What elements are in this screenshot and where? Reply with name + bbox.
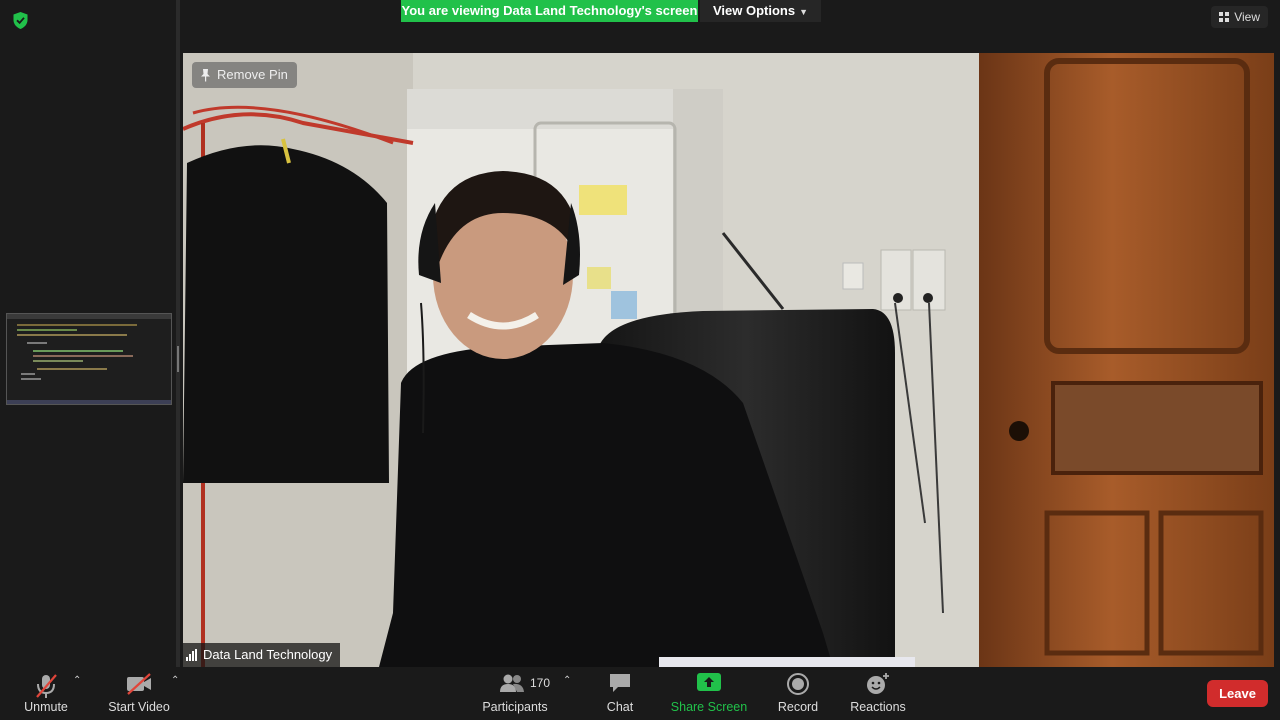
- start-video-button[interactable]: Start Video: [104, 667, 174, 720]
- resize-handle[interactable]: [177, 346, 179, 372]
- participant-name: Data Land Technology: [203, 647, 333, 662]
- code-line: [17, 329, 77, 331]
- leave-button[interactable]: Leave: [1207, 680, 1268, 707]
- participants-count: 170: [530, 676, 551, 690]
- view-label: View: [1234, 10, 1260, 24]
- reactions-button[interactable]: Reactions: [848, 667, 908, 720]
- record-label: Record: [777, 700, 819, 714]
- grid-icon: [1219, 12, 1230, 22]
- chevron-up-icon[interactable]: ⌃: [73, 675, 81, 686]
- camera-image: [183, 53, 1274, 667]
- code-line: [33, 360, 83, 362]
- mic-muted-icon: [36, 674, 57, 698]
- view-button[interactable]: View: [1211, 6, 1268, 28]
- participant-name-tag: Data Land Technology: [183, 643, 341, 667]
- reactions-icon: [867, 673, 889, 694]
- screen-share-banner: You are viewing Data Land Technology's s…: [401, 0, 698, 22]
- chat-button[interactable]: Chat: [600, 667, 640, 720]
- code-line: [27, 342, 47, 344]
- main-video[interactable]: Remove Pin Data Land Technology: [183, 53, 1274, 667]
- share-screen-icon: [697, 673, 721, 691]
- remove-pin-label: Remove Pin: [217, 67, 288, 82]
- participants-label: Participants: [482, 700, 548, 714]
- participants-button[interactable]: 170 Participants: [480, 667, 550, 720]
- chevron-up-icon[interactable]: ⌃: [171, 675, 179, 686]
- share-screen-button[interactable]: Share Screen: [670, 667, 748, 720]
- meeting-toolbar: Unmute ⌃ Start Video ⌃ 170 Participants …: [0, 667, 1280, 720]
- participants-icon-group: 170: [500, 673, 550, 693]
- code-line: [21, 378, 41, 380]
- code-line: [37, 368, 107, 370]
- record-button[interactable]: Record: [776, 667, 820, 720]
- code-line: [33, 355, 133, 357]
- sidebar-divider[interactable]: [176, 0, 180, 667]
- remove-pin-button[interactable]: Remove Pin: [192, 62, 297, 88]
- start-video-label: Start Video: [108, 700, 170, 714]
- pin-icon: [201, 69, 210, 82]
- top-bar: You are viewing Data Land Technology's s…: [0, 0, 1280, 53]
- shared-screen-thumbnail[interactable]: [6, 313, 172, 405]
- code-line: [21, 373, 35, 375]
- view-options-button[interactable]: View Options ▼: [700, 0, 821, 22]
- shield-icon[interactable]: [12, 11, 29, 30]
- chevron-down-icon: ▼: [799, 7, 809, 17]
- chevron-up-icon[interactable]: ⌃: [563, 675, 571, 686]
- reactions-label: Reactions: [850, 700, 906, 714]
- code-line: [33, 350, 123, 352]
- participants-icon: [500, 674, 524, 692]
- chat-label: Chat: [606, 700, 634, 714]
- unmute-label: Unmute: [24, 700, 68, 714]
- record-icon: [787, 673, 809, 695]
- view-options-label: View Options: [712, 3, 796, 18]
- thumbnail-titlebar: [7, 314, 171, 319]
- thumbnail-taskbar: [7, 400, 171, 404]
- code-line: [17, 334, 127, 336]
- signal-icon: [186, 649, 197, 661]
- chat-icon: [610, 674, 630, 692]
- unmute-button[interactable]: Unmute: [16, 667, 76, 720]
- video-off-icon: [127, 673, 151, 695]
- code-line: [17, 324, 137, 326]
- share-screen-label: Share Screen: [670, 700, 748, 714]
